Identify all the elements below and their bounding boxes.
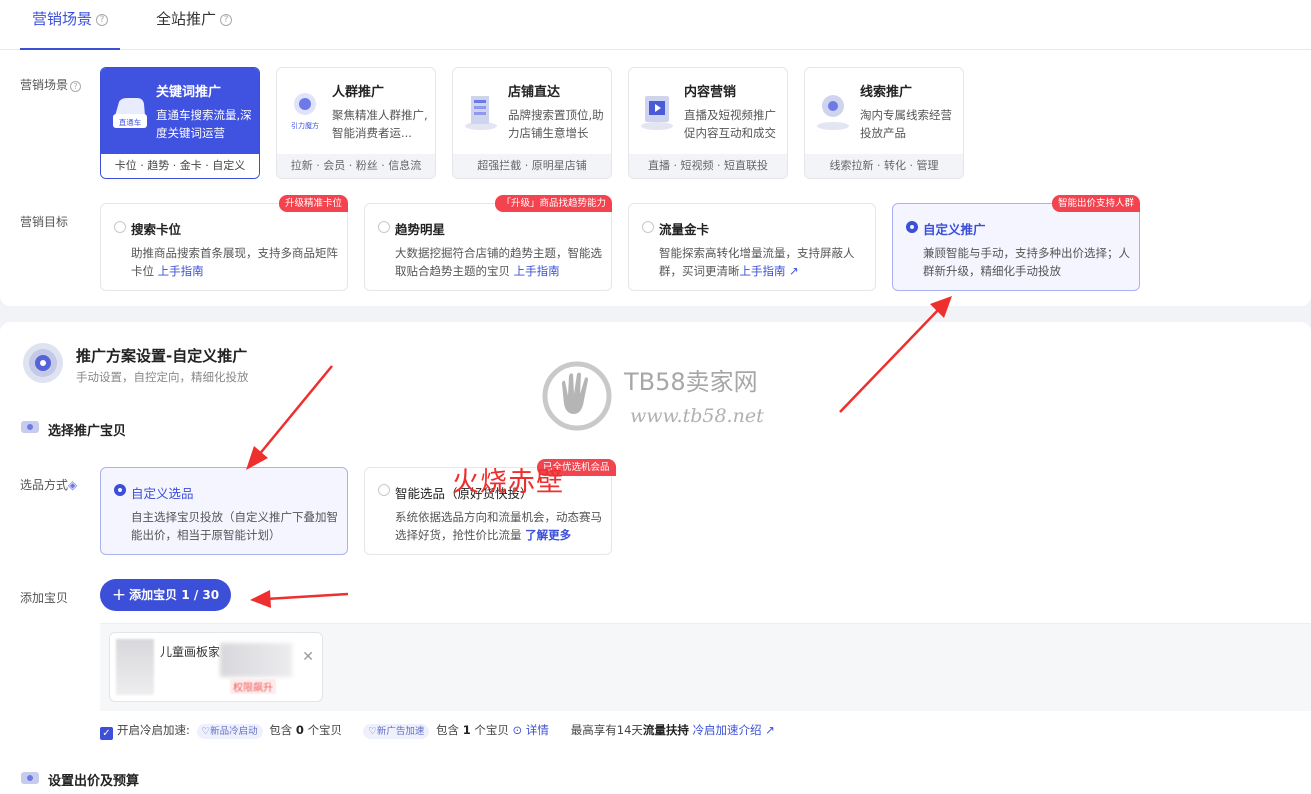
external-link-icon[interactable]: ↗ xyxy=(789,264,799,278)
plan-title: 推广方案设置-自定义推广 xyxy=(76,347,248,365)
ticket-icon xyxy=(21,421,39,433)
handwritten-annotation: 火烧赤壁 xyxy=(452,467,564,498)
cold-start-row: ✓ 开启冷启加速: ♡新品冷启动 包含 0 个宝贝 ♡新广告加速 包含 1 个宝贝… xyxy=(100,722,775,740)
goods-thumbnail xyxy=(116,639,154,695)
ticket-icon xyxy=(21,772,39,784)
add-goods-label: 添加宝贝 xyxy=(20,591,69,605)
external-link-icon[interactable]: ↗ xyxy=(765,723,775,737)
goal-badge: 智能出价支持人群 xyxy=(1051,195,1140,212)
goods-info-blurred xyxy=(220,643,292,677)
radio-button[interactable] xyxy=(642,221,654,233)
scene-row-label: 营销场景? xyxy=(20,76,82,93)
svg-text:引力魔方: 引力魔方 xyxy=(291,121,319,130)
guide-link[interactable]: 上手指南 xyxy=(158,264,204,278)
tab-marketing-scene[interactable]: 营销场景? xyxy=(19,8,121,50)
building-icon xyxy=(465,96,497,130)
goods-name: 儿童画板家 xyxy=(160,645,221,659)
pick-method-label: 选品方式◈ xyxy=(20,478,78,492)
section-title-bid-budget: 设置出价及预算 xyxy=(48,774,140,789)
radio-button-checked[interactable] xyxy=(906,221,918,233)
info-icon: ⊙ xyxy=(512,723,523,737)
goal-card-trend-star[interactable]: 「升级」商品找趋势能力 趋势明星 大数据挖掘符合店铺的趋势主题，智能选取贴合趋势… xyxy=(364,195,612,291)
detail-link[interactable]: ⊙ 详情 xyxy=(513,723,549,737)
plan-settings-icon xyxy=(23,343,63,383)
svg-text:直通车: 直通车 xyxy=(119,117,142,127)
learn-more-link[interactable]: 了解更多 xyxy=(525,528,571,542)
help-icon[interactable]: ? xyxy=(70,81,82,92)
help-icon[interactable]: ? xyxy=(96,14,109,26)
plus-icon: + xyxy=(111,585,127,605)
radio-button-checked[interactable] xyxy=(114,484,126,496)
goal-card-custom[interactable]: 智能出价支持人群 自定义推广 兼顾智能与手动，支持多种出价选择；人群新升级，精细… xyxy=(892,195,1140,291)
plan-subtitle: 手动设置，自控定向，精细化投放 xyxy=(76,370,249,384)
goal-badge: 升级精准卡位 xyxy=(278,195,348,212)
add-goods-button[interactable]: + 添加宝贝 1 / 30 xyxy=(100,579,231,611)
scene-card-keyword[interactable]: 直通车 关键词推广 直通车搜索流量,深度关键词运营 卡位 · 趋势 · 金卡 ·… xyxy=(100,67,260,179)
goal-row-label: 营销目标 xyxy=(20,215,69,229)
radio-button[interactable] xyxy=(378,484,390,496)
watermark-url: www.tb58.net xyxy=(630,405,764,427)
scene-card-content[interactable]: 内容营销 直播及短视频推广促内容互动和成交 直播 · 短视频 · 短直联投 xyxy=(628,67,788,179)
video-screen-icon xyxy=(641,96,673,130)
scene-card-crowd[interactable]: 引力魔方 人群推广 聚焦精准人群推广,智能消费者运... 拉新 · 会员 · 粉… xyxy=(276,67,436,179)
goal-card-traffic-gold[interactable]: 流量金卡 智能探索高转化增量流量，支持屏蔽人群，买词更清晰上手指南 ↗ xyxy=(628,203,876,291)
watermark-name: TB58卖家网 xyxy=(624,368,758,396)
scene-card-leads[interactable]: 线索推广 淘内专属线索经营投放产品 线索拉新 · 转化 · 管理 xyxy=(804,67,964,179)
car-icon: 直通车 xyxy=(113,98,147,128)
goal-card-search-rank[interactable]: 升级精准卡位 搜索卡位 助推商品搜索首条展现，支持多商品矩阵卡位 上手指南 xyxy=(100,195,348,291)
help-icon[interactable]: ? xyxy=(220,14,233,26)
goal-badge: 「升级」商品找趋势能力 xyxy=(495,195,612,212)
top-tabs: 营销场景? 全站推广? xyxy=(0,0,1311,50)
guide-link[interactable]: 上手指南 xyxy=(740,264,786,278)
scene-card-store[interactable]: 店铺直达 品牌搜索置顶位,助力店铺生意增长 超强拦截 · 原明星店铺 xyxy=(452,67,612,179)
section-title-select-goods: 选择推广宝贝 xyxy=(48,424,127,439)
graduation-cap-icon: ◈ xyxy=(68,478,78,492)
close-icon[interactable]: ✕ xyxy=(302,649,314,665)
funnel-icon xyxy=(817,95,849,130)
cold-start-intro-link[interactable]: 冷启加速介绍 xyxy=(693,723,762,737)
magic-cube-icon: 引力魔方 xyxy=(291,93,319,130)
pick-card-custom[interactable]: 自定义选品 自主选择宝贝投放（自定义推广下叠加智能出价，相当于原智能计划） xyxy=(100,467,348,555)
cold-start-checkbox[interactable]: ✓ xyxy=(100,727,113,740)
new-product-pill: ♡新品冷启动 xyxy=(196,724,263,739)
goods-card: 儿童画板家 权限飙升 ✕ xyxy=(109,632,323,702)
radio-button[interactable] xyxy=(378,221,390,233)
guide-link[interactable]: 上手指南 xyxy=(514,264,560,278)
radio-button[interactable] xyxy=(114,221,126,233)
new-ad-pill: ♡新广告加速 xyxy=(363,724,430,739)
watermark-hand-logo xyxy=(542,361,612,431)
tab-full-site[interactable]: 全站推广? xyxy=(156,8,233,50)
goods-tag: 权限飙升 xyxy=(230,679,276,694)
